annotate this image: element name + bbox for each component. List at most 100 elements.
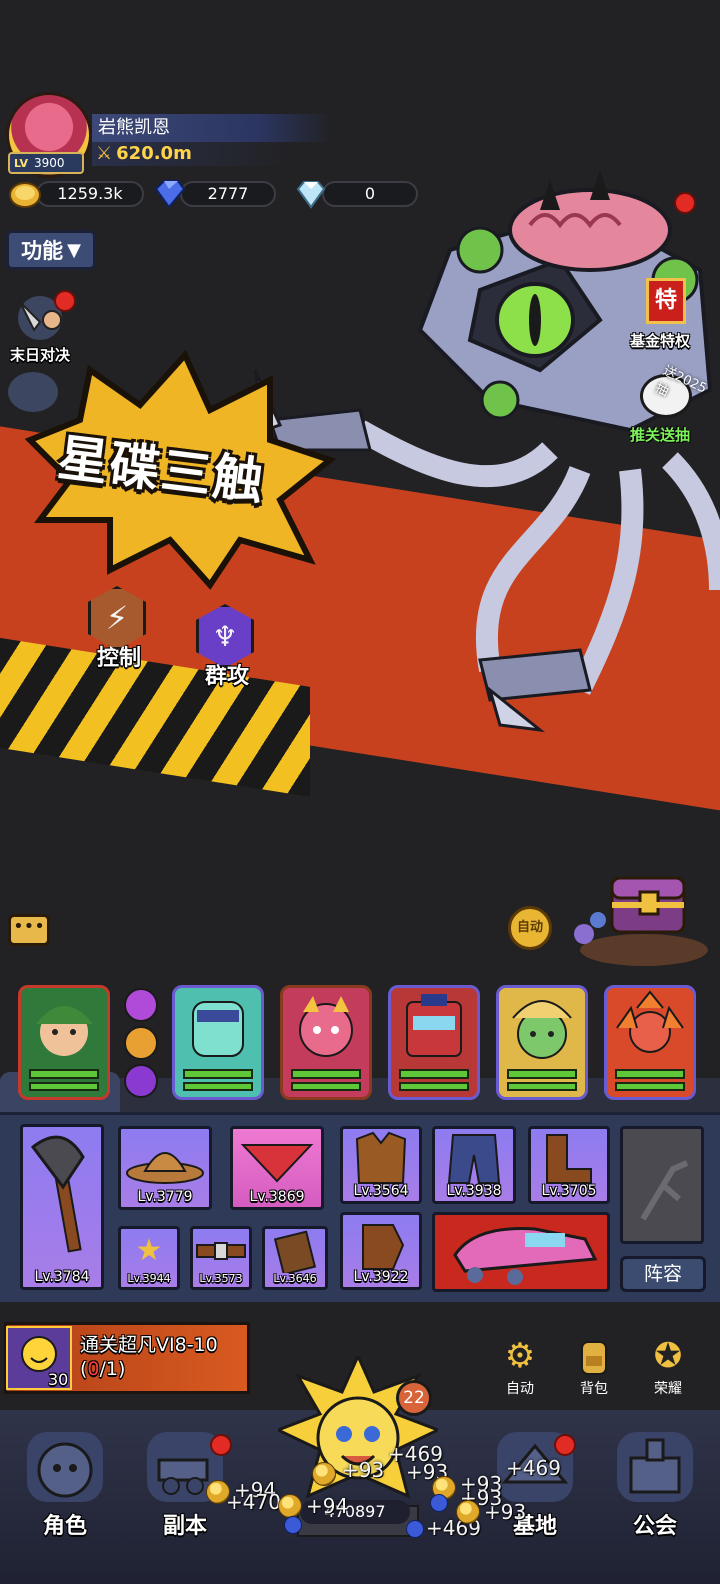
- progress-current: 0: [87, 1358, 100, 1380]
- skill-orb-orange: [124, 1026, 158, 1060]
- hero-hp-bar: [507, 1069, 577, 1079]
- hero-card-rock-bear[interactable]: [280, 985, 372, 1100]
- float-gain: +93: [342, 1458, 385, 1482]
- hero-card-fire-flower[interactable]: [604, 985, 696, 1100]
- book-icon: [273, 1230, 317, 1276]
- equip-slot-hat[interactable]: Lv.3779: [118, 1126, 212, 1210]
- pants-level: Lv.3938: [446, 1183, 502, 1199]
- auto-label: 自动: [506, 1381, 534, 1397]
- hero-energy-bar: [615, 1082, 685, 1091]
- equip-slot-belt[interactable]: Lv.3573: [190, 1226, 252, 1290]
- progress-rest: /1): [99, 1358, 126, 1380]
- hero-card-elf-archer[interactable]: [18, 985, 110, 1100]
- ice-knight-portrait-icon: [192, 1001, 244, 1057]
- equip-slot-pants[interactable]: Lv.3938: [432, 1126, 516, 1204]
- equip-slot-scarf[interactable]: Lv.3869: [230, 1126, 324, 1210]
- hero-card-robot[interactable]: [388, 985, 480, 1100]
- fund-privilege-button[interactable]: 特 基金特权: [630, 278, 714, 350]
- tag-aoe: ♆ 群攻: [192, 604, 262, 690]
- equip-slot-weapon[interactable]: Lv.3784: [20, 1124, 104, 1290]
- function-label: 功能: [21, 239, 64, 263]
- gear-auto-icon: ⚙: [504, 1336, 536, 1376]
- equip-slot-armor[interactable]: Lv.3564: [340, 1126, 422, 1204]
- equip-slot-boots[interactable]: Lv.3705: [528, 1126, 610, 1204]
- equip-slot-badge[interactable]: ★ Lv.3944: [118, 1226, 180, 1290]
- fund-privilege-icon: 特: [646, 278, 686, 324]
- nav-guild-label: 公会: [632, 1514, 677, 1539]
- stage-gift-label: 推关送抽: [630, 426, 691, 444]
- blue-gem-icon: [406, 1520, 424, 1538]
- float-gain: +94: [306, 1494, 349, 1518]
- hero-card-plant-sage[interactable]: [496, 985, 588, 1100]
- currency-gold[interactable]: 1259.3k: [8, 181, 144, 208]
- honor-button[interactable]: ✪ 荣耀: [638, 1336, 698, 1398]
- weapon-level: Lv.3784: [34, 1269, 90, 1285]
- hero-hp-bar: [291, 1069, 361, 1079]
- equip-slot-book[interactable]: Lv.3646: [262, 1226, 328, 1290]
- player-level-badge: LV 3900: [8, 152, 84, 174]
- belt-level: Lv.3573: [199, 1272, 243, 1285]
- book-level: Lv.3646: [273, 1272, 317, 1285]
- hover-car-icon: [453, 1227, 598, 1285]
- notification-dot: [674, 192, 696, 214]
- function-menu-button[interactable]: 功能 ▼: [6, 230, 96, 270]
- equip-slot-locked[interactable]: [620, 1126, 704, 1244]
- level-prefix: LV: [14, 156, 29, 170]
- gold-coin-icon: [9, 182, 41, 208]
- nav-character[interactable]: 角色: [10, 1432, 120, 1542]
- auto-battle-button[interactable]: 自动: [508, 906, 552, 950]
- notification-dot: [54, 290, 76, 312]
- chevron-down-icon: ▼: [67, 239, 81, 261]
- power-value: 620.0m: [116, 143, 192, 164]
- chat-bubble-icon[interactable]: •••: [8, 914, 50, 946]
- skill-orb-purple: [124, 988, 158, 1022]
- player-level: 3900: [34, 156, 65, 170]
- player-name: 岩熊凯恩: [92, 114, 332, 142]
- level-badge: 22: [396, 1380, 432, 1416]
- float-gain: +470: [226, 1490, 281, 1514]
- stage-gift-button[interactable]: 送2025抽 推关送抽: [630, 364, 714, 446]
- float-gain: +469: [506, 1456, 561, 1480]
- hero-energy-bar: [29, 1082, 99, 1091]
- blue-gem-icon: [430, 1494, 448, 1512]
- skill-orb-violet: [124, 1064, 158, 1098]
- bandana-icon: [240, 1144, 314, 1183]
- nav-guild[interactable]: 公会: [600, 1432, 710, 1542]
- fund-privilege-label: 基金特权: [630, 332, 691, 350]
- backpack-button[interactable]: 背包: [564, 1336, 624, 1398]
- sheriff-star-icon: ★: [135, 1233, 163, 1268]
- gold-amount: 1259.3k: [36, 181, 144, 207]
- rock-bear-portrait-icon: [299, 996, 353, 1057]
- quest-title: 通关超凡VI8-10: [80, 1334, 218, 1356]
- hero-energy-bar: [399, 1082, 469, 1091]
- boots-level: Lv.3705: [541, 1183, 597, 1199]
- nav-dungeon-label: 副本: [162, 1514, 207, 1539]
- notification-dot: [554, 1434, 576, 1456]
- crossed-swords-icon: ⚔: [96, 143, 113, 164]
- backpack-label: 背包: [580, 1381, 608, 1397]
- quest-progress: (0/1): [80, 1358, 125, 1380]
- branch-silhouette-icon: [640, 1160, 689, 1221]
- equip-slot-vehicle[interactable]: [432, 1212, 610, 1292]
- treasure-chest-icon[interactable]: [568, 862, 714, 970]
- gold-coin-icon: [278, 1494, 302, 1518]
- plant-sage-portrait-icon: [512, 1000, 572, 1059]
- equip-slot-gloves[interactable]: Lv.3922: [340, 1212, 422, 1290]
- hero-card-ice-knight[interactable]: [172, 985, 264, 1100]
- badge-level: Lv.3944: [127, 1272, 171, 1285]
- honor-star-icon: ✪: [653, 1336, 683, 1376]
- belt-icon: [196, 1242, 246, 1260]
- lineup-button[interactable]: 阵容: [620, 1256, 706, 1292]
- gloves-level: Lv.3922: [353, 1269, 409, 1285]
- combat-power: ⚔ 620.0m: [92, 142, 292, 166]
- robot-portrait-icon: [406, 994, 462, 1057]
- blue-gem-icon: [154, 180, 186, 209]
- scarf-level: Lv.3869: [249, 1189, 305, 1205]
- honor-label: 荣耀: [654, 1381, 682, 1397]
- auto-button[interactable]: ⚙ 自动: [490, 1336, 550, 1398]
- hat-level: Lv.3779: [137, 1189, 193, 1205]
- character-icon: [27, 1432, 103, 1502]
- axe-icon: [30, 1135, 85, 1253]
- blue-gem-icon: [284, 1516, 302, 1534]
- hero-energy-bar: [183, 1082, 253, 1091]
